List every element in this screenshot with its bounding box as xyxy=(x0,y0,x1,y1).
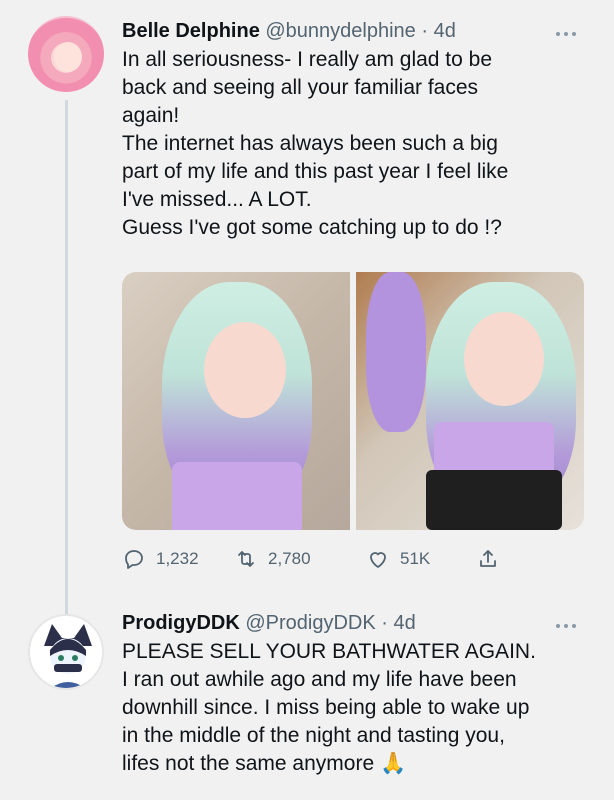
tweet-media xyxy=(122,272,584,530)
tweet-text-line: The internet has always been such a big xyxy=(122,132,498,155)
tweet-text-line: in the middle of the night and tasting y… xyxy=(122,724,505,747)
avatar[interactable] xyxy=(28,16,104,92)
photo[interactable] xyxy=(122,272,350,530)
separator-dot: · xyxy=(381,612,388,634)
tweet-text-line: again! xyxy=(122,104,180,127)
tweet-text-line: back and seeing all your familiar faces xyxy=(122,76,479,99)
photo[interactable] xyxy=(356,272,584,530)
avatar[interactable] xyxy=(28,614,104,690)
reply-icon xyxy=(125,550,143,569)
display-name[interactable]: ProdigyDDK xyxy=(122,612,240,634)
tweet[interactable]: ProdigyDDK @ProdigyDDK · 4d PLEASE SELL … xyxy=(0,600,614,800)
face-shape xyxy=(464,312,544,406)
retweet-button[interactable]: 2,780 xyxy=(234,544,311,574)
like-button[interactable]: 51K xyxy=(366,544,430,574)
share-icon xyxy=(480,550,496,567)
reply-count: 1,232 xyxy=(156,549,199,568)
tweet-actions: 1,232 2,780 51K xyxy=(122,544,592,574)
tweet[interactable]: Belle Delphine @bunnydelphine · 4d In al… xyxy=(0,0,614,620)
tweet-text-line: downhill since. I miss being able to wak… xyxy=(122,696,530,719)
tweet-text-line: In all seriousness- I really am glad to … xyxy=(122,48,493,71)
tweet-text-line: PLEASE SELL YOUR BATHWATER AGAIN. xyxy=(122,640,536,663)
timestamp[interactable]: 4d xyxy=(394,612,416,634)
heart-icon xyxy=(370,552,386,568)
handle[interactable]: @ProdigyDDK xyxy=(245,612,375,634)
tweet-text-line: Guess I've got some catching up to do !? xyxy=(122,216,502,239)
more-icon[interactable] xyxy=(554,620,578,628)
tweet-header: ProdigyDDK @ProdigyDDK · 4d xyxy=(122,610,416,636)
retweet-icon xyxy=(238,551,254,567)
separator-dot: · xyxy=(421,20,429,42)
share-button[interactable] xyxy=(476,544,500,574)
tweet-text-line: I've missed... A LOT. xyxy=(122,188,312,211)
tweet-text: PLEASE SELL YOUR BATHWATER AGAIN. I ran … xyxy=(122,638,592,778)
boa-shape xyxy=(366,272,426,432)
timestamp[interactable]: 4d xyxy=(434,20,456,42)
top-shape xyxy=(172,462,302,530)
tweet-text-line: lifes not the same anymore 🙏 xyxy=(122,752,407,775)
handle[interactable]: @bunnydelphine xyxy=(265,20,415,42)
shorts-shape xyxy=(426,470,562,530)
like-count: 51K xyxy=(400,549,431,568)
avatar-face xyxy=(54,42,82,72)
tweet-text-line: I ran out awhile ago and my life have be… xyxy=(122,668,517,691)
tweet-text-line: part of my life and this past year I fee… xyxy=(122,160,509,183)
display-name[interactable]: Belle Delphine xyxy=(122,20,260,42)
tweet-header: Belle Delphine @bunnydelphine · 4d xyxy=(122,18,456,44)
more-icon[interactable] xyxy=(554,28,578,36)
top-shape xyxy=(434,422,554,472)
retweet-count: 2,780 xyxy=(268,549,311,568)
reply-button[interactable]: 1,232 xyxy=(122,544,199,574)
tweet-text: In all seriousness- I really am glad to … xyxy=(122,46,592,242)
face-shape xyxy=(204,322,286,418)
thread-line xyxy=(65,100,68,620)
avatar-art xyxy=(44,624,92,688)
